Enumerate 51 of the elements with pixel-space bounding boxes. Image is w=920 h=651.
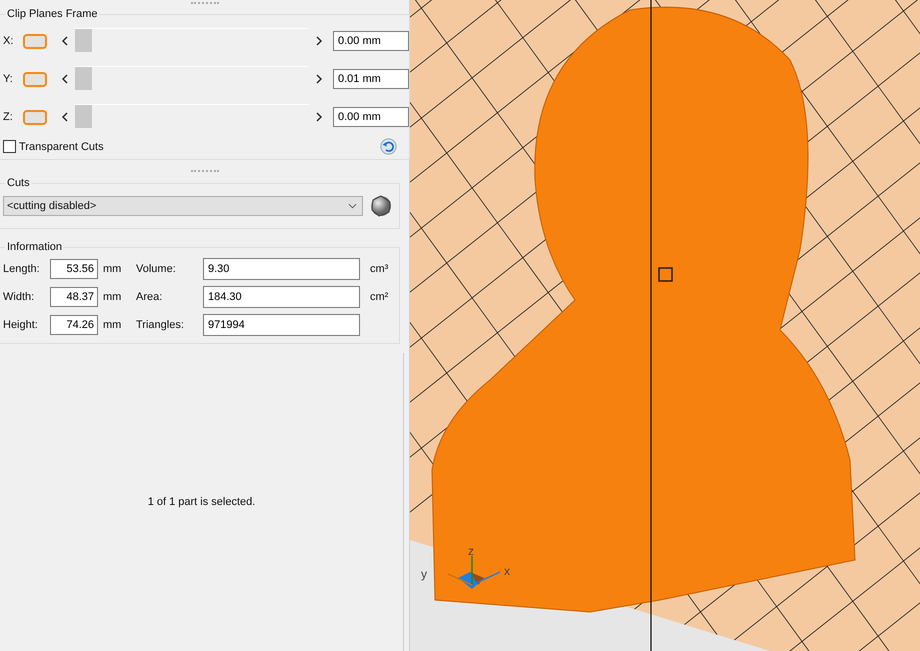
- unit-label: cm²: [369, 291, 388, 303]
- unit-label: mm: [102, 263, 122, 275]
- dimension-field[interactable]: 53.56: [50, 259, 98, 279]
- dimension-label: Width:: [3, 291, 36, 303]
- selection-status: 1 of 1 part is selected.: [148, 496, 256, 508]
- offset-field[interactable]: 0.00 mm: [333, 107, 409, 127]
- caret-icon: [348, 203, 357, 209]
- right-chevron-icon[interactable]: [315, 112, 323, 122]
- plane-toggle-button[interactable]: [23, 110, 47, 124]
- cuts-dropdown[interactable]: <cutting disabled>: [3, 196, 363, 216]
- axis-gizmo: [448, 556, 500, 589]
- stat-label: Triangles:: [136, 319, 185, 331]
- transparent-cuts-checkbox[interactable]: Transparent Cuts: [3, 140, 104, 153]
- axis-label: Z:: [3, 111, 14, 123]
- frame-title: Information: [6, 241, 64, 253]
- frame-title: Clip Planes Frame: [6, 8, 98, 20]
- stat-field[interactable]: 184.30: [203, 286, 360, 308]
- stat-field[interactable]: 9.30: [203, 258, 360, 280]
- offset-field[interactable]: 0.01 mm: [333, 69, 409, 89]
- slider-thumb[interactable]: [75, 66, 92, 90]
- dimension-label: Height:: [3, 319, 39, 331]
- slider-thumb[interactable]: [75, 28, 92, 52]
- stat-label: Volume:: [136, 263, 177, 275]
- unit-label: cm³: [369, 263, 388, 275]
- left-chevron-icon[interactable]: [61, 74, 69, 84]
- dimension-field[interactable]: 74.26: [50, 315, 98, 335]
- stat-field[interactable]: 971994: [203, 314, 360, 336]
- dimension-label: Length:: [3, 263, 41, 275]
- axis-label: X:: [3, 35, 14, 47]
- stat-label: Area:: [136, 291, 164, 303]
- right-chevron-icon[interactable]: [315, 36, 323, 46]
- axis-label: x: [504, 564, 510, 578]
- dimension-field[interactable]: 48.37: [50, 287, 98, 307]
- unit-label: mm: [102, 319, 122, 331]
- reset-icon[interactable]: [380, 138, 397, 155]
- splitter-grip[interactable]: [190, 170, 218, 173]
- splitter-grip[interactable]: [190, 2, 218, 5]
- unit-label: mm: [102, 291, 122, 303]
- sphere-icon[interactable]: [369, 194, 393, 218]
- left-chevron-icon[interactable]: [61, 36, 69, 46]
- frame-title: Cuts: [6, 177, 31, 189]
- axis-label: z: [468, 544, 474, 558]
- axis-label: Y:: [3, 73, 14, 85]
- right-chevron-icon[interactable]: [315, 74, 323, 84]
- plane-toggle-button[interactable]: [23, 34, 47, 48]
- axis-label: y: [421, 567, 427, 581]
- plane-toggle-button[interactable]: [23, 72, 47, 86]
- pivot-marker[interactable]: [658, 267, 673, 282]
- slider-thumb[interactable]: [75, 104, 92, 128]
- left-chevron-icon[interactable]: [61, 112, 69, 122]
- offset-field[interactable]: 0.00 mm: [333, 31, 409, 51]
